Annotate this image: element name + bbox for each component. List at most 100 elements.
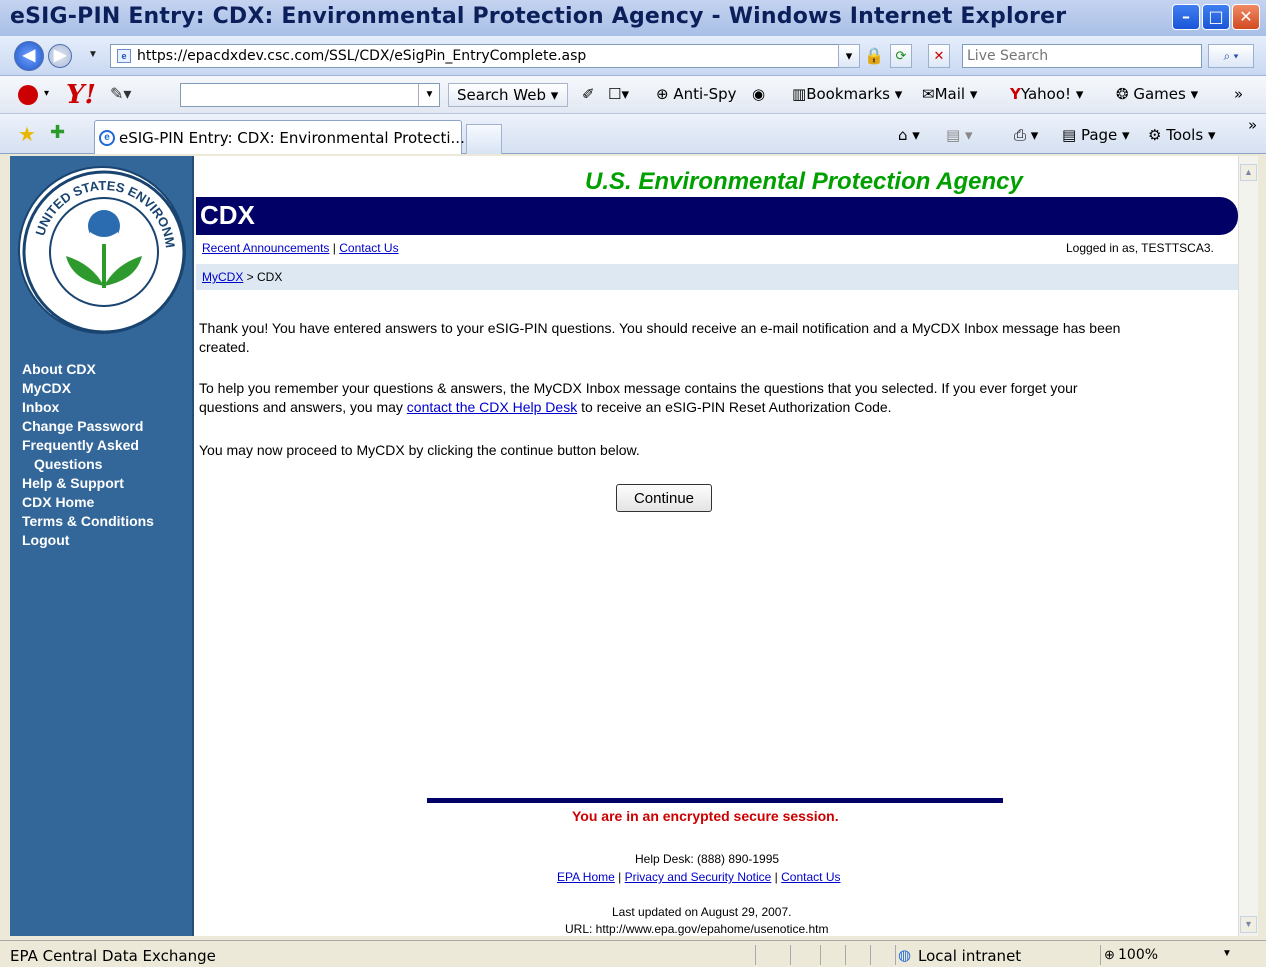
sidebar-item-mycdx[interactable]: MyCDX — [22, 379, 71, 397]
status-divider — [1100, 945, 1101, 965]
favorites-star-icon[interactable]: ★ — [18, 122, 36, 147]
live-search-box[interactable] — [962, 44, 1202, 68]
recent-announcements-link[interactable]: Recent Announcements — [202, 241, 329, 255]
confirmation-paragraph: Thank you! You have entered answers to y… — [199, 320, 1121, 355]
sidebar-item-inbox[interactable]: Inbox — [22, 398, 59, 416]
bookmarks-label: Bookmarks — [806, 85, 890, 103]
status-bar: EPA Central Data Exchange ◍ Local intran… — [0, 940, 1266, 967]
left-sidebar: UNITED STATES ENVIRONMENTAL PROTECTION A… — [10, 156, 194, 936]
status-divider — [755, 945, 756, 965]
add-favorite-icon[interactable]: ✚ — [50, 122, 65, 143]
window-title: eSIG-PIN Entry: CDX: Environmental Prote… — [10, 4, 1067, 29]
maximize-button[interactable]: □ — [1202, 4, 1230, 30]
address-toolbar: ◀ ▶ ▼ e https://epacdxdev.csc.com/SSL/CD… — [0, 36, 1266, 76]
search-web-label: Search Web — [457, 86, 547, 104]
live-search-input[interactable] — [967, 46, 1197, 66]
footer-url: URL: http://www.epa.gov/epahome/usenotic… — [565, 922, 829, 936]
address-dropdown[interactable]: ▾ — [838, 44, 860, 68]
continue-button[interactable]: Continue — [616, 484, 712, 512]
sidebar-item-logout[interactable]: Logout — [22, 531, 69, 549]
page-menu[interactable]: ▤ Page ▾ — [1062, 126, 1130, 144]
page-title: CDX — [200, 200, 255, 230]
scroll-up-arrow[interactable]: ▲ — [1240, 164, 1257, 181]
footer-links: EPA Home | Privacy and Security Notice |… — [557, 870, 841, 884]
new-tab-button[interactable] — [466, 124, 502, 154]
print-icon[interactable]: ⎙ ▾ — [1014, 126, 1038, 144]
secure-session-notice: You are in an encrypted secure session. — [572, 808, 839, 824]
sidebar-item-help-support[interactable]: Help & Support — [22, 474, 124, 492]
helpdesk-phone: Help Desk: (888) 890-1995 — [635, 852, 780, 866]
anti-spy-label: Anti-Spy — [673, 85, 737, 103]
mail-button[interactable]: ✉Mail ▾ — [922, 85, 977, 103]
contact-us-link[interactable]: Contact Us — [339, 241, 398, 255]
sidebar-item-faq-questions[interactable]: Questions — [34, 455, 102, 473]
epa-seal-logo: UNITED STATES ENVIRONMENTAL PROTECTION A… — [15, 156, 186, 334]
scroll-down-arrow[interactable]: ▼ — [1240, 916, 1257, 933]
yahoo-menu-dropdown[interactable]: ▾ — [44, 88, 49, 99]
yahoo-label: Yahoo! — [1020, 85, 1072, 103]
search-icon[interactable]: ⌕ ▾ — [1208, 44, 1254, 68]
security-zone[interactable]: Local intranet — [918, 947, 1021, 965]
toolbar-overflow-chevron[interactable]: » — [1234, 85, 1243, 103]
link-separator: | — [332, 241, 336, 255]
yahoo-menu-icon[interactable] — [18, 85, 38, 105]
status-divider — [820, 945, 821, 965]
forward-button[interactable]: ▶ — [48, 44, 72, 68]
sidebar-item-change-password[interactable]: Change Password — [22, 417, 143, 435]
lock-icon[interactable]: 🔒 — [864, 46, 884, 66]
tab-bar: ★ ✚ e eSIG-PIN Entry: CDX: Environmental… — [0, 114, 1266, 154]
page-menu-label: Page — [1080, 126, 1118, 144]
back-button[interactable]: ◀ — [14, 41, 44, 71]
home-icon[interactable]: ⌂ ▾ — [898, 126, 920, 144]
sidebar-item-terms[interactable]: Terms & Conditions — [22, 512, 154, 530]
reminder-text-after: to receive an eSIG-PIN Reset Authorizati… — [577, 399, 892, 415]
yahoo-search-input[interactable] — [180, 83, 440, 107]
page-viewport: UNITED STATES ENVIRONMENTAL PROTECTION A… — [10, 156, 1238, 936]
feeds-icon[interactable]: ▤ ▾ — [946, 126, 972, 144]
cdx-banner: CDX — [196, 197, 1238, 235]
close-button[interactable]: ✕ — [1232, 4, 1260, 30]
address-url: https://epacdxdev.csc.com/SSL/CDX/eSigPi… — [137, 48, 587, 64]
sidebar-item-about-cdx[interactable]: About CDX — [22, 360, 96, 378]
refresh-icon[interactable]: ⟳ — [890, 44, 912, 68]
recent-pages-dropdown[interactable]: ▼ — [88, 49, 98, 60]
page-icon: e — [117, 49, 131, 63]
tools-menu[interactable]: ⚙ Tools ▾ — [1148, 126, 1215, 144]
top-links: Recent Announcements | Contact Us — [202, 241, 399, 255]
address-field[interactable]: e https://epacdxdev.csc.com/SSL/CDX/eSig… — [110, 44, 860, 68]
pencil-icon[interactable]: ✎▾ — [110, 84, 131, 104]
window-titlebar: eSIG-PIN Entry: CDX: Environmental Prote… — [0, 0, 1266, 36]
status-divider — [845, 945, 846, 965]
status-divider — [895, 945, 896, 965]
globe-icon: ◍ — [898, 947, 912, 964]
commandbar-overflow-chevron[interactable]: » — [1248, 116, 1257, 134]
music-icon[interactable]: ◉ — [752, 85, 765, 103]
zoom-level[interactable]: 100% — [1118, 947, 1158, 963]
help-desk-link[interactable]: contact the CDX Help Desk — [407, 399, 577, 415]
games-button[interactable]: ❂ Games ▾ — [1116, 85, 1198, 103]
minimize-button[interactable]: – — [1172, 4, 1200, 30]
vertical-scrollbar[interactable]: ▲ ▼ — [1238, 156, 1258, 936]
agency-title: U.S. Environmental Protection Agency — [585, 168, 1023, 195]
yahoo-button[interactable]: YYahoo! ▾ — [1010, 85, 1083, 103]
yahoo-search-dropdown[interactable]: ▼ — [418, 84, 440, 106]
epa-home-link[interactable]: EPA Home — [557, 870, 615, 884]
forms-icon[interactable]: ☐▾ — [608, 85, 629, 103]
search-web-button[interactable]: Search Web ▾ — [448, 83, 568, 107]
privacy-notice-link[interactable]: Privacy and Security Notice — [625, 870, 772, 884]
yahoo-logo[interactable]: Y! — [66, 80, 96, 110]
sidebar-item-faq[interactable]: Frequently Asked — [22, 436, 139, 454]
tab-active[interactable]: e eSIG-PIN Entry: CDX: Environmental Pro… — [94, 120, 465, 154]
bookmarks-button[interactable]: ▥Bookmarks ▾ — [792, 85, 902, 103]
sidebar-item-cdx-home[interactable]: CDX Home — [22, 493, 94, 511]
ie-icon: e — [99, 130, 115, 146]
footer-contact-link[interactable]: Contact Us — [781, 870, 840, 884]
stop-icon[interactable]: ✕ — [928, 44, 950, 68]
zoom-dropdown[interactable]: ▼ — [1222, 948, 1232, 959]
highlight-icon[interactable]: ✐ — [582, 85, 595, 103]
zoom-icon[interactable]: ⊕ — [1104, 947, 1115, 963]
anti-spy-button[interactable]: ⊕ Anti-Spy — [656, 85, 737, 103]
breadcrumb-mycdx-link[interactable]: MyCDX — [202, 270, 243, 284]
yahoo-toolbar: ▾ Y! ✎▾ ▼ Search Web ▾ ✐ ☐▾ ⊕ Anti-Spy ◉… — [0, 76, 1266, 114]
status-divider — [790, 945, 791, 965]
